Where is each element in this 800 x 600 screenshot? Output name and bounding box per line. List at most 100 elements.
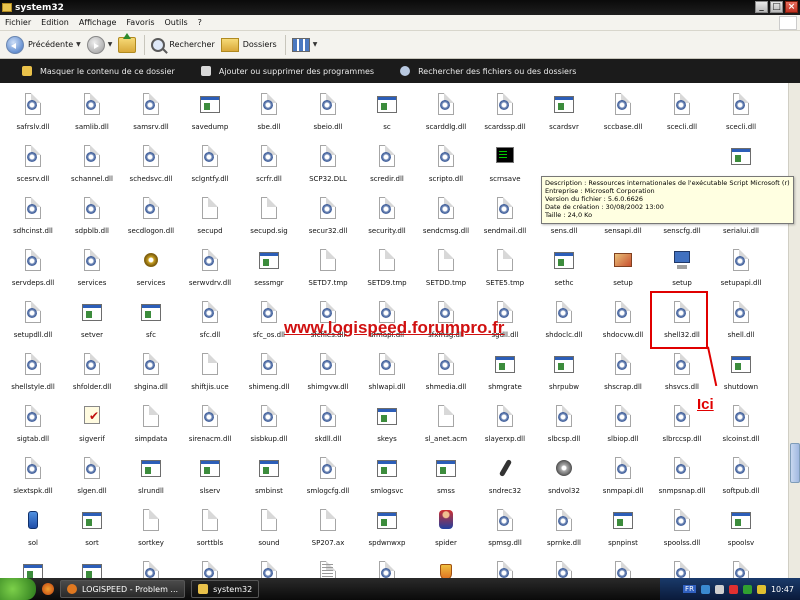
file-item[interactable]: sisbkup.dll bbox=[239, 405, 299, 457]
file-item[interactable]: shutdown bbox=[711, 353, 771, 405]
file-item[interactable]: sbeio.dll bbox=[298, 93, 358, 145]
file-item[interactable]: scardsvr bbox=[534, 93, 594, 145]
file-item[interactable]: shdoclc.dll bbox=[534, 301, 594, 353]
update-icon[interactable] bbox=[756, 584, 766, 594]
file-item[interactable]: schedsvc.dll bbox=[121, 145, 181, 197]
file-item[interactable]: scrfr.dll bbox=[239, 145, 299, 197]
folders-button[interactable]: Dossiers bbox=[220, 37, 277, 52]
menu-help[interactable]: ? bbox=[193, 18, 207, 27]
file-item[interactable]: samsrv.dll bbox=[121, 93, 181, 145]
file-item[interactable] bbox=[121, 561, 181, 578]
file-item[interactable]: shfolder.dll bbox=[62, 353, 122, 405]
file-item[interactable]: sccbase.dll bbox=[593, 93, 653, 145]
taskbar-button-logispeed[interactable]: LOGISPEED - Problem ... bbox=[60, 580, 186, 598]
file-item[interactable]: savedump bbox=[180, 93, 240, 145]
search-button[interactable]: Rechercher bbox=[151, 37, 215, 52]
file-item[interactable] bbox=[298, 561, 358, 578]
file-item[interactable]: shmgrate bbox=[475, 353, 535, 405]
file-item[interactable]: skeys bbox=[357, 405, 417, 457]
file-item[interactable] bbox=[3, 561, 63, 578]
file-item[interactable]: sdhcinst.dll bbox=[3, 197, 63, 249]
file-item[interactable]: safrslv.dll bbox=[3, 93, 63, 145]
file-item[interactable]: sortkey bbox=[121, 509, 181, 561]
file-item[interactable]: shgina.dll bbox=[121, 353, 181, 405]
file-item[interactable]: sirenacm.dll bbox=[180, 405, 240, 457]
file-item[interactable]: smlogcfg.dll bbox=[298, 457, 358, 509]
file-item[interactable]: sc bbox=[357, 93, 417, 145]
file-item[interactable]: secur32.dll bbox=[298, 197, 358, 249]
file-item[interactable]: sl_anet.acm bbox=[416, 405, 476, 457]
file-item[interactable]: sclgntfy.dll bbox=[180, 145, 240, 197]
file-item[interactable]: shscrap.dll bbox=[593, 353, 653, 405]
file-item[interactable]: services bbox=[62, 249, 122, 301]
file-item[interactable]: setup bbox=[593, 249, 653, 301]
file-item[interactable]: SETDD.tmp bbox=[416, 249, 476, 301]
file-item[interactable]: smlogsvc bbox=[357, 457, 417, 509]
file-item[interactable]: SETE5.tmp bbox=[475, 249, 535, 301]
file-item[interactable]: SCP32.DLL bbox=[298, 145, 358, 197]
file-item[interactable]: scesrv.dll bbox=[3, 145, 63, 197]
menu-view[interactable]: Affichage bbox=[74, 18, 122, 27]
file-item[interactable] bbox=[239, 561, 299, 578]
file-item[interactable]: sethc bbox=[534, 249, 594, 301]
chevron-down-icon[interactable]: ▼ bbox=[313, 41, 318, 48]
file-item[interactable]: snmpsnap.dll bbox=[652, 457, 712, 509]
scrollbar-thumb[interactable] bbox=[790, 443, 800, 483]
file-item[interactable]: secdlogon.dll bbox=[121, 197, 181, 249]
file-item[interactable]: scripto.dll bbox=[416, 145, 476, 197]
file-item[interactable] bbox=[534, 561, 594, 578]
back-button[interactable]: Précédente ▼ bbox=[6, 35, 81, 54]
forward-button[interactable]: ▼ bbox=[86, 35, 112, 54]
start-button[interactable] bbox=[0, 578, 36, 600]
file-item[interactable]: sndrec32 bbox=[475, 457, 535, 509]
file-item[interactable]: sorttbls bbox=[180, 509, 240, 561]
file-item[interactable]: security.dll bbox=[357, 197, 417, 249]
file-item[interactable]: sessmgr bbox=[239, 249, 299, 301]
file-item[interactable]: sendmail.dll bbox=[475, 197, 535, 249]
speaker-icon[interactable] bbox=[714, 584, 724, 594]
window-titlebar[interactable]: system32 _ □ × bbox=[0, 0, 800, 15]
file-item[interactable]: spmsg.dll bbox=[475, 509, 535, 561]
file-item[interactable]: slbcsp.dll bbox=[534, 405, 594, 457]
minimize-button[interactable]: _ bbox=[755, 1, 768, 13]
menu-file[interactable]: Fichier bbox=[0, 18, 36, 27]
up-folder-button[interactable] bbox=[118, 32, 137, 53]
file-item[interactable]: sfc.dll bbox=[180, 301, 240, 353]
file-item[interactable]: serwvdrv.dll bbox=[180, 249, 240, 301]
file-item[interactable]: spoolss.dll bbox=[652, 509, 712, 561]
file-item[interactable]: sound bbox=[239, 509, 299, 561]
file-item[interactable]: spoolsv bbox=[711, 509, 771, 561]
file-item[interactable]: sigverif bbox=[62, 405, 122, 457]
file-item[interactable]: shiftjis.uce bbox=[180, 353, 240, 405]
file-item[interactable]: sol bbox=[3, 509, 63, 561]
file-item[interactable]: smbinst bbox=[239, 457, 299, 509]
task-hide-folder[interactable]: Masquer le contenu de ce dossier bbox=[22, 66, 175, 76]
file-item[interactable]: setupdll.dll bbox=[3, 301, 63, 353]
menu-favorites[interactable]: Favoris bbox=[121, 18, 159, 27]
security-icon[interactable] bbox=[742, 584, 752, 594]
file-item[interactable]: spdwnwxp bbox=[357, 509, 417, 561]
file-item[interactable]: scarddlg.dll bbox=[416, 93, 476, 145]
language-indicator[interactable]: FR bbox=[683, 585, 696, 593]
file-item[interactable]: scecli.dll bbox=[652, 93, 712, 145]
file-item[interactable]: sndvol32 bbox=[534, 457, 594, 509]
file-item[interactable] bbox=[711, 561, 771, 578]
file-item[interactable]: sdpblb.dll bbox=[62, 197, 122, 249]
taskbar-button-system32[interactable]: system32 bbox=[191, 580, 260, 598]
file-item[interactable]: sbe.dll bbox=[239, 93, 299, 145]
file-item[interactable]: slrundll bbox=[121, 457, 181, 509]
file-item[interactable] bbox=[62, 561, 122, 578]
file-item[interactable]: smss bbox=[416, 457, 476, 509]
file-item[interactable]: softpub.dll bbox=[711, 457, 771, 509]
network-icon[interactable] bbox=[700, 584, 710, 594]
file-item[interactable]: samlib.dll bbox=[62, 93, 122, 145]
file-item[interactable]: scredir.dll bbox=[357, 145, 417, 197]
views-button[interactable]: ▼ bbox=[291, 37, 318, 52]
menu-edit[interactable]: Edition bbox=[36, 18, 74, 27]
vertical-scrollbar[interactable] bbox=[788, 83, 800, 578]
file-item[interactable]: simpdata bbox=[121, 405, 181, 457]
file-item[interactable]: slayerxp.dll bbox=[475, 405, 535, 457]
menu-tools[interactable]: Outils bbox=[160, 18, 193, 27]
file-item[interactable]: skdll.dll bbox=[298, 405, 358, 457]
file-item[interactable]: shlwapi.dll bbox=[357, 353, 417, 405]
